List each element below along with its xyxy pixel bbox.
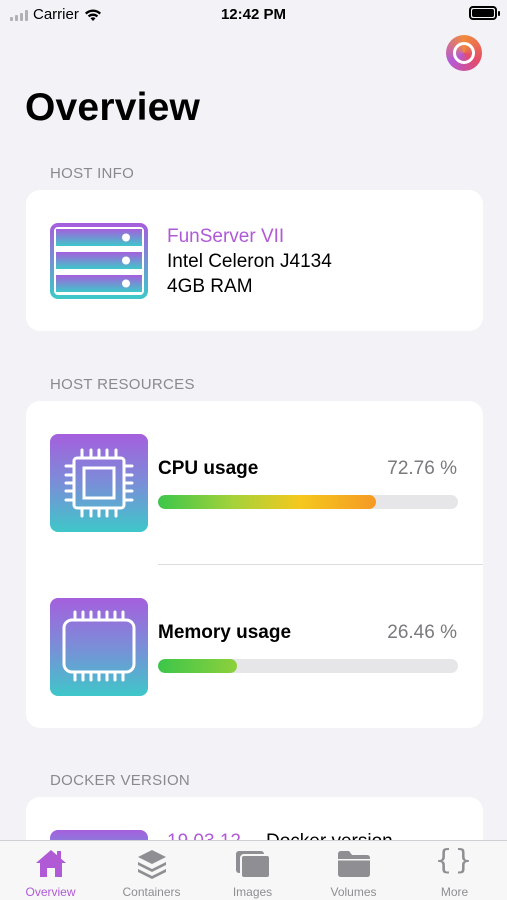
host-name: FunServer VII xyxy=(167,226,285,247)
status-bar: Carrier 12:42 PM xyxy=(0,0,507,30)
page-title: Overview xyxy=(25,86,201,129)
stack-icon xyxy=(137,850,166,879)
profile-avatar-button[interactable] xyxy=(446,35,482,71)
tab-label: Volumes xyxy=(330,885,377,899)
tab-label: Images xyxy=(232,885,273,899)
divider xyxy=(158,564,483,565)
tab-bar: Overview Containers Images Volumes {} Mo… xyxy=(0,840,507,900)
host-cpu: Intel Celeron J4134 xyxy=(167,251,332,272)
cpu-usage-bar-fill xyxy=(158,495,377,509)
memory-usage-bar xyxy=(158,659,458,673)
section-label-host-info: HOST INFO xyxy=(50,165,135,182)
tab-containers[interactable]: Containers xyxy=(101,841,202,900)
cpu-usage-value: 72.76 % xyxy=(387,458,457,479)
cpu-chip-icon xyxy=(50,434,148,532)
section-label-host-resources: HOST RESOURCES xyxy=(50,376,195,393)
braces-icon: {} xyxy=(434,843,475,876)
tab-label: Overview xyxy=(25,885,76,899)
host-resources-card: CPU usage 72.76 % Memory usage 26.46 % xyxy=(26,401,483,728)
tab-more[interactable]: {} More xyxy=(404,841,505,900)
avatar-ring-icon xyxy=(453,42,475,64)
house-icon xyxy=(35,850,66,877)
memory-usage-value: 26.46 % xyxy=(387,622,457,643)
host-info-card[interactable]: FunServer VII Intel Celeron J4134 4GB RA… xyxy=(26,190,483,331)
tab-volumes[interactable]: Volumes xyxy=(303,841,404,900)
memory-usage-bar-fill xyxy=(158,659,238,673)
cpu-usage-label: CPU usage xyxy=(158,458,259,479)
tab-label: Containers xyxy=(122,885,181,899)
cpu-usage-bar xyxy=(158,495,458,509)
memory-usage-label: Memory usage xyxy=(158,622,292,643)
images-icon xyxy=(235,851,271,879)
tab-overview[interactable]: Overview xyxy=(0,841,101,900)
tab-images[interactable]: Images xyxy=(202,841,303,900)
server-icon xyxy=(50,223,148,299)
section-label-docker-version: DOCKER VERSION xyxy=(50,772,191,789)
tab-label: More xyxy=(440,885,469,899)
memory-chip-icon xyxy=(50,598,148,696)
host-ram: 4GB RAM xyxy=(167,276,253,297)
folder-icon xyxy=(337,851,370,877)
battery-icon xyxy=(469,6,500,20)
status-time: 12:42 PM xyxy=(220,6,287,23)
